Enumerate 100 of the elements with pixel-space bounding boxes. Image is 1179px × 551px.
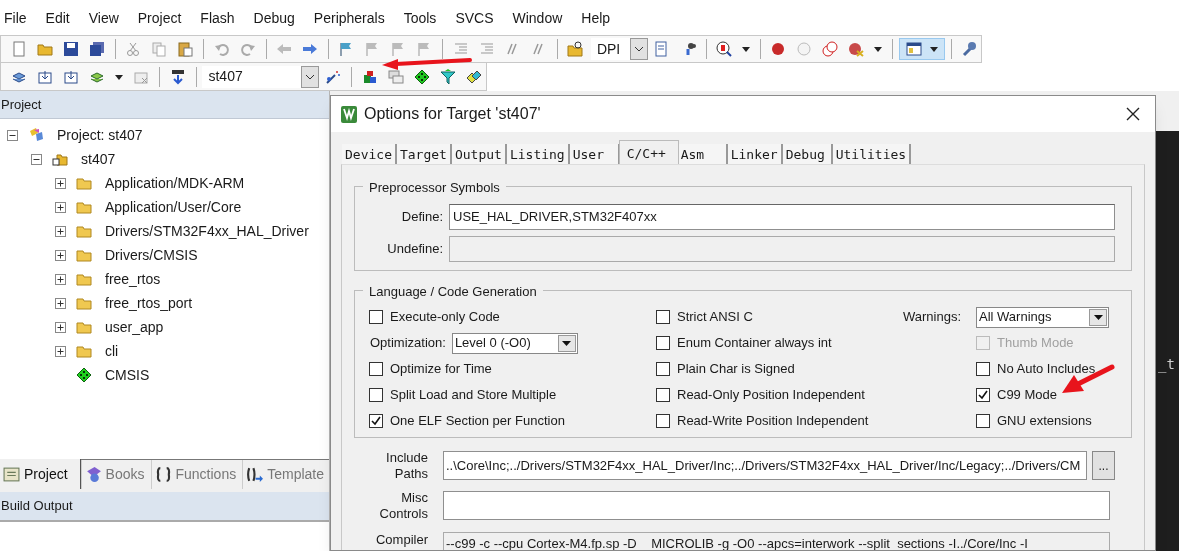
misc-controls-field[interactable] (443, 491, 1110, 520)
expand-icon[interactable] (55, 201, 66, 213)
checkbox[interactable] (369, 362, 383, 376)
tree-item[interactable]: cli (105, 340, 119, 362)
undefine-field[interactable] (449, 236, 1115, 262)
menu-item[interactable]: Window (512, 8, 563, 29)
tree-item[interactable]: Application/MDK-ARM (105, 172, 245, 194)
project-icon (27, 127, 45, 143)
tree-item[interactable]: Application/User/Core (105, 196, 242, 218)
menu-item[interactable]: View (88, 8, 119, 29)
checkbox-label: Thumb Mode (997, 334, 1074, 353)
breakpoint-clear-icon[interactable] (848, 41, 865, 57)
dialog-tab[interactable]: Listing (506, 144, 570, 164)
define-field[interactable]: USE_HAL_DRIVER,STM32F407xx (449, 204, 1115, 230)
checkbox[interactable] (656, 362, 670, 376)
checkbox[interactable] (656, 414, 670, 428)
dialog-tab[interactable]: Asm (677, 144, 728, 164)
expand-icon[interactable] (55, 177, 66, 189)
dialog-tab[interactable]: Utilities (832, 144, 912, 164)
checkbox[interactable] (369, 388, 383, 402)
forward-arrow-icon[interactable] (301, 41, 318, 57)
target-combo[interactable]: st407 (202, 65, 320, 88)
menu-item[interactable]: SVCS (455, 8, 494, 29)
checkbox[interactable] (976, 362, 990, 376)
menu-item[interactable]: Flash (200, 8, 235, 29)
checkbox[interactable] (656, 336, 670, 350)
save-all-icon[interactable] (89, 41, 105, 57)
menu-item[interactable]: Peripherals (313, 8, 385, 29)
dropdown-button[interactable] (557, 334, 576, 352)
checkbox[interactable] (369, 414, 383, 428)
dropdown-button[interactable] (1089, 308, 1107, 326)
expand-icon[interactable] (55, 321, 66, 333)
breakpoint-icon[interactable] (770, 41, 787, 57)
dropdown[interactable]: Level 0 (-O0) (451, 332, 578, 354)
checkbox[interactable] (976, 388, 990, 402)
find-combo[interactable]: DPI (590, 38, 648, 60)
tree-item[interactable]: user_app (105, 316, 164, 338)
build-icon[interactable] (63, 68, 79, 85)
funnel-icon[interactable] (440, 68, 456, 85)
download-icon[interactable] (169, 68, 186, 85)
dialog-tab[interactable]: Output (451, 144, 507, 164)
chevron-down-icon (305, 73, 316, 80)
expand-icon[interactable] (55, 273, 66, 285)
diamond-icon[interactable] (414, 68, 430, 85)
dialog-tab[interactable]: Linker (727, 144, 783, 164)
include-paths-field[interactable]: ..\Core\Inc;../Drivers/STM32F4xx_HAL_Driver/Inc;../Drivers/STM32F4xx_HAL_Driver/Inc/Legacy;../Drivers/CM (443, 451, 1087, 480)
build-icon[interactable] (37, 68, 53, 85)
collapse-icon[interactable] (7, 129, 18, 141)
component-icon (75, 367, 93, 383)
dialog-tab[interactable]: User (569, 144, 620, 164)
books-icon (84, 466, 102, 483)
tree-item[interactable]: CMSIS (105, 364, 150, 386)
tree-item[interactable]: st407 (81, 148, 116, 170)
tree-item[interactable]: free_rtos_port (105, 292, 193, 314)
dialog-tab[interactable]: C/C++ (618, 140, 679, 164)
circles-icon[interactable] (822, 41, 839, 57)
checkbox[interactable] (656, 388, 670, 402)
panel-tab[interactable]: Books (80, 460, 151, 489)
window-button[interactable] (898, 38, 945, 60)
expand-icon[interactable] (55, 345, 66, 357)
dialog-tab[interactable]: Debug (782, 144, 833, 164)
expand-icon[interactable] (55, 297, 66, 309)
dialog-tab[interactable]: Device (342, 144, 397, 164)
collapse-icon[interactable] (31, 153, 42, 165)
menu-item[interactable]: Edit (45, 8, 70, 29)
dialog-title: Options for Target 'st407' (364, 104, 541, 124)
menu-item[interactable]: Tools (403, 8, 437, 29)
tree-item[interactable]: free_rtos (105, 268, 161, 290)
menu-item[interactable]: File (4, 8, 27, 29)
tree-item[interactable]: Drivers/STM32F4xx_HAL_Driver (105, 220, 309, 242)
expand-icon[interactable] (55, 249, 66, 261)
windows-icon[interactable] (388, 68, 404, 85)
checkbox[interactable] (369, 310, 383, 324)
close-icon[interactable] (1126, 107, 1140, 121)
save-icon[interactable] (63, 41, 79, 57)
panel-tab[interactable]: Functions (150, 460, 243, 489)
checkbox-label: Enum Container always int (677, 334, 832, 353)
open-folder-icon[interactable] (37, 41, 53, 57)
expand-icon[interactable] (55, 225, 66, 237)
packs-icon[interactable] (466, 68, 482, 85)
dialog-tab[interactable]: Target (396, 144, 452, 164)
find-in-files-icon[interactable] (566, 41, 583, 57)
menu-item[interactable]: Debug (253, 8, 295, 29)
chevron-down-icon (633, 46, 644, 52)
tree-item[interactable]: Project: st407 (57, 124, 143, 146)
browse-button[interactable]: ... (1092, 451, 1115, 480)
checkbox-label: One ELF Section per Function (390, 412, 565, 431)
debug-icon[interactable] (716, 41, 733, 57)
panel-tab[interactable]: Project (0, 459, 81, 489)
wrench-icon[interactable] (960, 41, 977, 57)
blocks-icon[interactable] (362, 68, 378, 85)
braces-icon (154, 466, 172, 483)
menu-item[interactable]: Project (137, 8, 182, 29)
menu-item[interactable]: Help (581, 8, 611, 29)
magic-wand-icon[interactable] (325, 68, 342, 85)
checkbox[interactable] (976, 414, 990, 428)
tree-item[interactable]: Drivers/CMSIS (105, 244, 198, 266)
checkbox[interactable] (656, 310, 670, 324)
paste-icon[interactable] (177, 41, 194, 57)
dropdown[interactable]: All Warnings (976, 306, 1109, 328)
